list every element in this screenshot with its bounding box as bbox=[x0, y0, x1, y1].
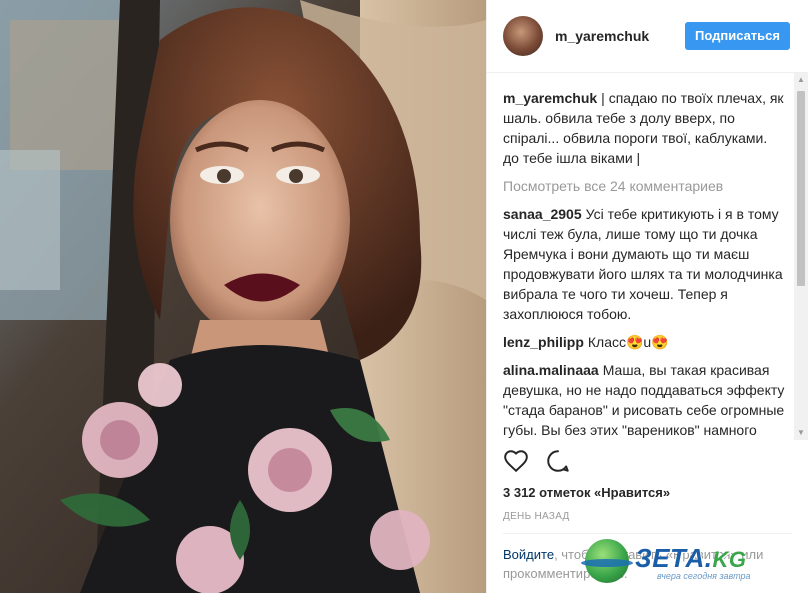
watermark-brand-name: ЗЕТА. bbox=[635, 543, 713, 573]
comment-username[interactable]: alina.malinaaa bbox=[503, 362, 599, 378]
header-username[interactable]: m_yaremchuk bbox=[555, 28, 649, 44]
comment-icon[interactable] bbox=[545, 448, 571, 479]
comment-username[interactable]: lenz_philipp bbox=[503, 334, 584, 350]
post-side-panel: m_yaremchuk Подписаться m_yaremchuk | спа… bbox=[486, 0, 808, 593]
comment-username[interactable]: sanaa_2905 bbox=[503, 206, 582, 222]
heart-icon[interactable] bbox=[503, 448, 529, 479]
list-item: sanaa_2905 Усі тебе критикують і я в тому… bbox=[503, 204, 785, 324]
caption-username[interactable]: m_yaremchuk bbox=[503, 90, 597, 106]
avatar[interactable] bbox=[503, 16, 543, 56]
comments-list: m_yaremchuk | спадаю по твоїх плечах, як … bbox=[487, 73, 793, 440]
post-modal: m_yaremchuk Подписаться m_yaremchuk | спа… bbox=[0, 0, 808, 593]
divider bbox=[503, 533, 792, 534]
scrollbar-thumb[interactable] bbox=[797, 91, 805, 286]
post-actions bbox=[503, 448, 571, 479]
list-item: lenz_philipp Класс😍u😍 bbox=[503, 332, 785, 352]
list-item: alina.malinaaa Маша, вы такая красивая де… bbox=[503, 360, 785, 440]
caption: m_yaremchuk | спадаю по твоїх плечах, як … bbox=[503, 88, 785, 168]
watermark-brand: ЗЕТА.KG bbox=[635, 543, 746, 574]
view-all-comments-link[interactable]: Посмотреть все 24 комментариев bbox=[503, 176, 785, 196]
watermark-tagline: вчера сегодня завтра bbox=[657, 571, 751, 581]
post-time: ДЕНЬ НАЗАД bbox=[503, 511, 570, 522]
comment-text: Усі тебе критикують і я в тому числі теж… bbox=[503, 206, 783, 322]
comments-scrollbar[interactable]: ▲ ▼ bbox=[794, 73, 808, 440]
post-header: m_yaremchuk Подписаться bbox=[487, 0, 808, 73]
likes-count[interactable]: 3 312 отметок «Нравится» bbox=[503, 485, 670, 500]
scroll-up-arrow-icon[interactable]: ▲ bbox=[794, 73, 808, 87]
site-watermark: ЗЕТА.KG вчера сегодня завтра bbox=[581, 537, 800, 587]
comment-text: Класс😍u😍 bbox=[587, 334, 669, 350]
follow-button[interactable]: Подписаться bbox=[684, 22, 790, 50]
login-link[interactable]: Войдите bbox=[503, 547, 554, 562]
globe-logo-icon bbox=[581, 539, 633, 583]
scroll-down-arrow-icon[interactable]: ▼ bbox=[794, 426, 808, 440]
watermark-tld: KG bbox=[712, 547, 747, 572]
post-photo[interactable] bbox=[0, 0, 486, 593]
